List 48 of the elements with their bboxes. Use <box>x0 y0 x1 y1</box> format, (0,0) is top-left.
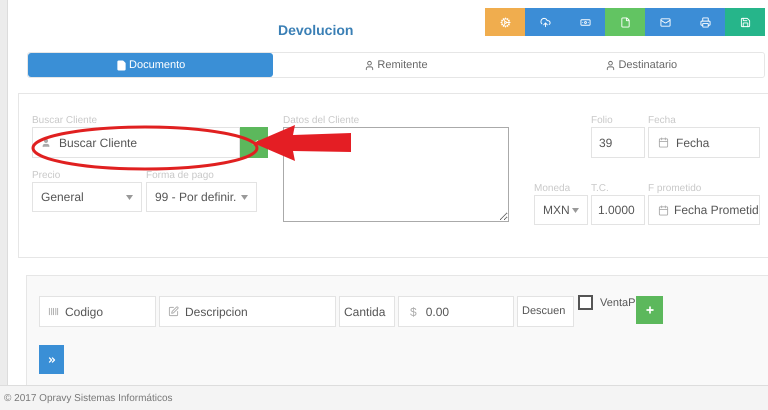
checkbox-label: VentaP <box>600 296 636 311</box>
footer-text: © 2017 Opravy Sistemas Informáticos <box>4 392 173 406</box>
barcode-icon <box>48 306 59 317</box>
toolbar-button[interactable] <box>685 8 725 36</box>
calendar-icon <box>658 137 669 148</box>
toolbar-button[interactable] <box>605 8 645 36</box>
toolbar-button[interactable] <box>525 8 565 36</box>
toolbar-button[interactable] <box>725 8 765 36</box>
caret-icon <box>126 194 133 200</box>
printer-icon <box>700 16 710 28</box>
plus-icon <box>644 305 654 315</box>
toolbar-button[interactable] <box>485 8 525 36</box>
user-icon <box>41 138 51 148</box>
save-icon <box>740 16 750 28</box>
edit-icon <box>168 306 179 317</box>
description-field[interactable]: Descripcion <box>159 296 336 327</box>
gear-icon <box>500 16 510 28</box>
file-icon <box>620 16 630 28</box>
price-field[interactable]: $ 0.00 <box>398 296 514 327</box>
folio-field[interactable]: 39 <box>591 127 645 158</box>
caret-icon <box>572 208 579 212</box>
cloud-upload-icon <box>540 16 550 28</box>
page-title: Devolucion <box>278 21 354 36</box>
banknote-icon <box>580 16 590 28</box>
quantity-field[interactable]: Cantida <box>339 296 395 327</box>
add-button[interactable] <box>636 296 663 324</box>
select-field[interactable]: MXN <box>534 195 588 225</box>
date-field[interactable]: Fecha Prometid <box>648 195 760 225</box>
document-icon <box>116 60 128 70</box>
select-field[interactable]: 99 - Por definir. <box>146 182 257 212</box>
code-field[interactable]: Codigo <box>39 296 156 327</box>
discount-field[interactable]: Descuen <box>517 296 574 327</box>
client-search-field[interactable]: Buscar Cliente <box>32 127 240 158</box>
select-field[interactable]: General <box>32 182 142 212</box>
exchange-rate-field[interactable]: 1.0000 <box>591 195 645 225</box>
toolbar-button[interactable] <box>565 8 605 36</box>
chevrons-right-icon <box>46 354 56 364</box>
user-icon <box>605 60 616 70</box>
user-icon <box>364 60 376 70</box>
toolbar-button[interactable] <box>645 8 685 36</box>
caret-icon <box>241 194 248 200</box>
calendar-icon <box>658 204 669 216</box>
mail-icon <box>660 16 670 28</box>
checkbox[interactable] <box>578 295 593 310</box>
date-field[interactable]: Fecha <box>648 127 760 158</box>
next-button[interactable] <box>39 345 64 374</box>
currency-symbol: $ <box>410 304 417 320</box>
client-data-textarea[interactable] <box>283 127 509 222</box>
